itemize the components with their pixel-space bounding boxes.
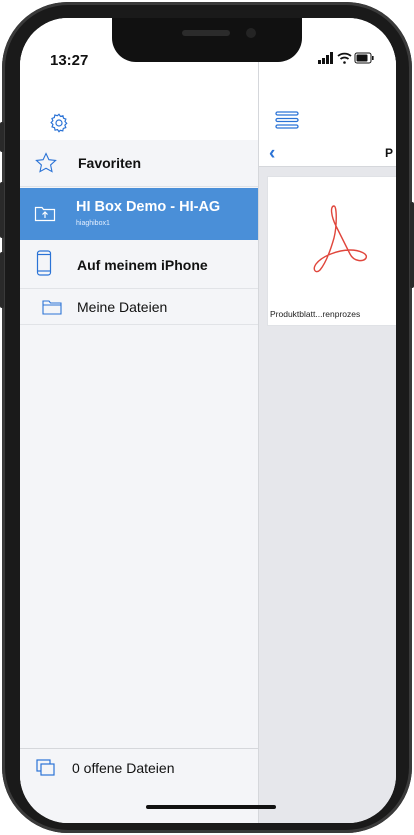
- volume-down-button: [0, 252, 4, 308]
- sidebar: Favoriten HI Box Demo - HI-AG hiaghibox1: [20, 18, 258, 823]
- content-pane: ‹ P Produktblatt...renprozes: [259, 18, 396, 823]
- power-button: [410, 202, 414, 288]
- chevron-left-icon[interactable]: ‹: [269, 143, 275, 165]
- battery-icon: [354, 52, 374, 64]
- sidebar-item-label: Meine Dateien: [77, 299, 168, 315]
- sidebar-item-label: Auf meinem iPhone: [77, 257, 208, 273]
- status-time: 13:27: [50, 52, 89, 69]
- sidebar-item-auf-meinem-iphone[interactable]: Auf meinem iPhone: [20, 240, 258, 289]
- volume-up-button: [0, 182, 4, 238]
- pdf-icon: [306, 202, 368, 287]
- star-icon: [34, 151, 58, 180]
- open-files-bar[interactable]: 0 offene Dateien: [20, 748, 258, 787]
- speaker: [182, 30, 230, 36]
- signal-icon: [318, 52, 333, 64]
- cloud-folder-icon: [34, 203, 56, 228]
- navigation-bar: ‹ P: [259, 140, 396, 167]
- navigation-title: P: [385, 146, 394, 160]
- phone-icon: [36, 250, 52, 281]
- open-files-label: 0 offene Dateien: [72, 760, 175, 776]
- folder-icon: [42, 299, 62, 320]
- phone-frame: Favoriten HI Box Demo - HI-AG hiaghibox1: [0, 2, 414, 833]
- stacked-windows-icon: [36, 759, 56, 782]
- status-icons: [318, 52, 374, 67]
- notch: [112, 18, 302, 62]
- gear-icon[interactable]: [48, 112, 70, 139]
- sidebar-item-meine-dateien[interactable]: Meine Dateien: [20, 289, 258, 325]
- camera: [246, 28, 256, 38]
- sidebar-item-hi-box-demo[interactable]: HI Box Demo - HI-AG hiaghibox1: [20, 188, 258, 240]
- screen: Favoriten HI Box Demo - HI-AG hiaghibox1: [20, 18, 396, 823]
- sidebar-item-favoriten[interactable]: Favoriten: [20, 140, 258, 187]
- wifi-icon: [337, 52, 352, 64]
- file-tile[interactable]: Produktblatt...renprozes: [267, 176, 396, 326]
- hamburger-icon[interactable]: [275, 110, 299, 135]
- sidebar-item-sublabel: hiaghibox1: [76, 220, 110, 227]
- home-indicator[interactable]: [146, 805, 276, 809]
- mute-switch: [0, 122, 4, 152]
- file-name: Produktblatt...renprozes: [270, 309, 361, 319]
- sidebar-item-label: Favoriten: [78, 155, 142, 171]
- sidebar-item-label: HI Box Demo - HI-AG: [76, 199, 221, 215]
